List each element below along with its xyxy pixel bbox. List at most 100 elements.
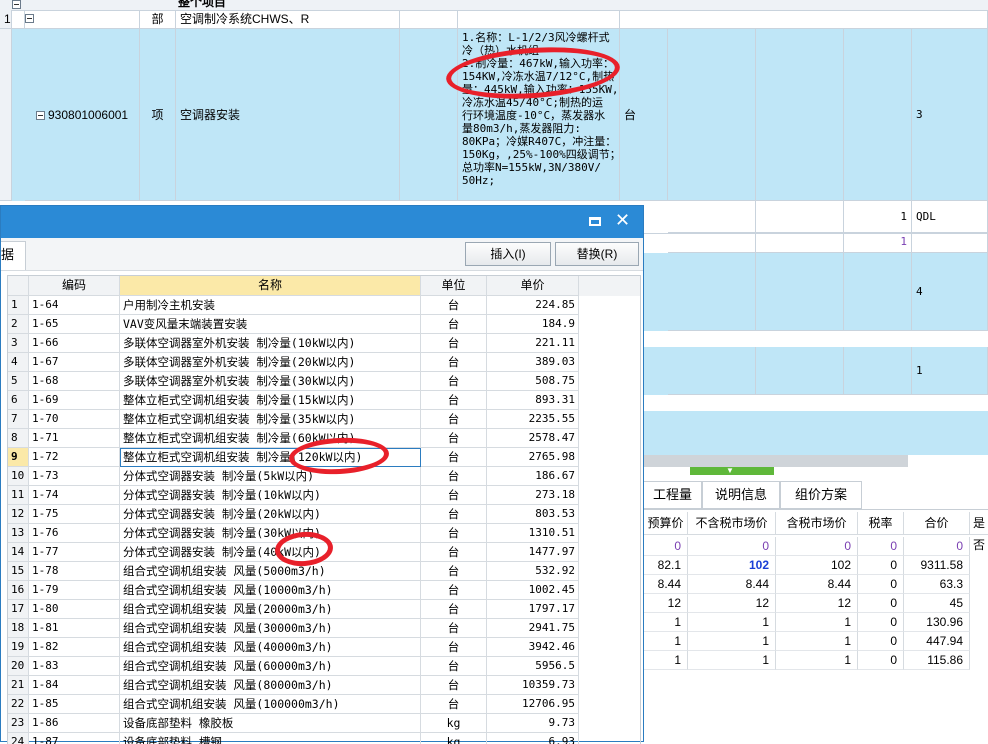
insert-button[interactable]: 插入(I) [465, 242, 551, 266]
detail-cell[interactable]: 0 [858, 651, 904, 670]
tab-data[interactable]: 据 [1, 241, 26, 270]
col-header: 预算价 [644, 512, 688, 534]
row-number: 11 [8, 486, 29, 505]
table-row[interactable] [644, 411, 988, 455]
quota-row[interactable]: 22 1-85 组合式空调机组安装 风量(100000m3/h) 台 12706.95 [8, 695, 640, 714]
code-cell: 1-82 [29, 638, 120, 657]
qty-cell: 3 [912, 29, 988, 201]
col-price[interactable]: 单价 [487, 276, 579, 296]
code-cell: 1-73 [29, 467, 120, 486]
detail-cell[interactable]: 1 [688, 613, 776, 632]
quota-row[interactable]: 21 1-84 组合式空调机组安装 风量(80000m3/h) 台 10359.73 [8, 676, 640, 695]
unit-cell: 台 [421, 448, 487, 467]
description-line: 量80m3/h,蒸发器阻力: [462, 122, 581, 135]
quota-row[interactable]: 20 1-83 组合式空调机组安装 风量(60000m3/h) 台 5956.5 [8, 657, 640, 676]
col-code[interactable]: 编码 [29, 276, 120, 296]
code-cell: 1-75 [29, 505, 120, 524]
table-row[interactable]: 4 [644, 253, 988, 331]
unit-cell: 台 [421, 353, 487, 372]
quota-row[interactable]: 6 1-69 整体立柜式空调机组安装 制冷量(15kW以内) 台 893.31 [8, 391, 640, 410]
price-cell: 224.85 [487, 296, 579, 315]
detail-cell[interactable]: 8.44 [688, 575, 776, 594]
detail-cell[interactable]: 0 [688, 537, 776, 556]
replace-button[interactable]: 替换(R) [555, 242, 639, 266]
quota-row[interactable]: 12 1-75 分体式空调器安装 制冷量(20kW以内) 台 803.53 [8, 505, 640, 524]
description-line: 总功率N=155kW,3N/380V/ [462, 161, 601, 174]
detail-cell[interactable]: 130.96 [904, 613, 970, 632]
detail-cell[interactable]: 1 [688, 632, 776, 651]
detail-cell[interactable]: 115.86 [904, 651, 970, 670]
quota-row[interactable]: 17 1-80 组合式空调机组安装 风量(20000m3/h) 台 1797.17 [8, 600, 640, 619]
detail-cell[interactable]: 12 [776, 594, 858, 613]
detail-cell[interactable]: 0 [858, 575, 904, 594]
unit-cell: 台 [421, 505, 487, 524]
detail-cell[interactable]: 102 [688, 556, 776, 575]
detail-cell[interactable]: 0 [776, 537, 858, 556]
detail-cell[interactable]: 12 [644, 594, 688, 613]
quota-row[interactable]: 11 1-74 分体式空调器安装 制冷量(10kW以内) 台 273.18 [8, 486, 640, 505]
table-row[interactable]: 1 [644, 347, 988, 395]
detail-cell[interactable]: 0 [858, 613, 904, 632]
unit-cell: 台 [421, 315, 487, 334]
quota-row[interactable]: 23 1-86 设备底部垫料 橡胶板 kg 9.73 [8, 714, 640, 733]
blank-cell [844, 29, 912, 201]
horizontal-scrollbar[interactable] [644, 455, 908, 467]
maximize-icon[interactable] [589, 217, 601, 226]
detail-cell[interactable]: 1 [776, 632, 858, 651]
detail-cell[interactable]: 82.1 [644, 556, 688, 575]
dialog-titlebar[interactable]: ✕ [1, 206, 643, 238]
table-row[interactable]: 1 [644, 233, 988, 253]
quota-row[interactable]: 1 1-64 户用制冷主机安装台 224.85 [8, 296, 640, 315]
blank-cell [756, 29, 844, 201]
detail-cell[interactable]: 0 [858, 594, 904, 613]
detail-cell[interactable]: 1 [644, 651, 688, 670]
detail-cell[interactable]: 0 [858, 632, 904, 651]
quota-row[interactable]: 18 1-81 组合式空调机组安装 风量(30000m3/h) 台 2941.75 [8, 619, 640, 638]
detail-cell[interactable]: 1 [644, 632, 688, 651]
detail-cell[interactable]: 0 [904, 537, 970, 556]
divider [644, 509, 988, 510]
detail-cell[interactable]: 63.3 [904, 575, 970, 594]
col-unit[interactable]: 单位 [421, 276, 487, 296]
detail-cell[interactable]: 1 [688, 651, 776, 670]
detail-cell[interactable]: 8.44 [644, 575, 688, 594]
table-row[interactable]: 1 QDL [644, 201, 988, 234]
detail-cell[interactable]: 0 [858, 556, 904, 575]
col-name[interactable]: 名称 [120, 276, 421, 296]
quota-row[interactable]: 16 1-79 组合式空调机组安装 风量(10000m3/h) 台 1002.45 [8, 581, 640, 600]
quota-row[interactable]: 5 1-68 多联体空调器室外机安装 制冷量(30kW以内) 台 508.75 [8, 372, 640, 391]
row-number: 7 [8, 410, 29, 429]
tab-description[interactable]: 说明信息 [702, 481, 780, 509]
detail-cell[interactable]: 12 [688, 594, 776, 613]
tab-quantity[interactable]: 工程量 [644, 481, 702, 509]
desc-cell [458, 10, 620, 29]
detail-cell[interactable]: 1 [776, 613, 858, 632]
tab-pricing[interactable]: 组价方案 [780, 481, 862, 509]
detail-cell[interactable]: 102 [776, 556, 858, 575]
detail-cell[interactable]: 0 [858, 537, 904, 556]
quota-row[interactable]: 2 1-65 VAV变风量末端装置安装台 184.9 [8, 315, 640, 334]
close-icon[interactable]: ✕ [615, 210, 630, 231]
name-cell: 组合式空调机组安装 风量(60000m3/h) [120, 657, 421, 676]
quota-row[interactable]: 15 1-78 组合式空调机组安装 风量(5000m3/h) 台 532.92 [8, 562, 640, 581]
unit-cell: 台 [421, 429, 487, 448]
chevron-down-icon: ▼ [726, 466, 734, 475]
code-cell: 1-77 [29, 543, 120, 562]
quota-row[interactable]: 4 1-67 多联体空调器室外机安装 制冷量(20kW以内) 台 389.03 [8, 353, 640, 372]
detail-cell[interactable]: 45 [904, 594, 970, 613]
detail-cell[interactable]: 9311.58 [904, 556, 970, 575]
detail-cell[interactable]: 8.44 [776, 575, 858, 594]
description-line: 行环境温度-10°C，蒸发器水 [462, 109, 606, 122]
quota-row[interactable]: 3 1-66 多联体空调器室外机安装 制冷量(10kW以内) 台 221.11 [8, 334, 640, 353]
quota-row[interactable]: 7 1-70 整体立柜式空调机组安装 制冷量(35kW以内) 台 2235.55 [8, 410, 640, 429]
detail-cell[interactable]: 1 [644, 613, 688, 632]
quota-row[interactable]: 19 1-82 组合式空调机组安装 风量(40000m3/h) 台 3942.46 [8, 638, 640, 657]
collapse-icon[interactable] [12, 0, 21, 9]
row-number: 5 [8, 372, 29, 391]
detail-cell[interactable]: 447.94 [904, 632, 970, 651]
quota-row[interactable]: 24 1-87 设备底部垫料 槽钢 kg 6.93 [8, 733, 640, 744]
rest-cell [620, 10, 988, 29]
detail-cell[interactable]: 0 [644, 537, 688, 556]
unit-cell: 台 [620, 29, 668, 201]
detail-cell[interactable]: 1 [776, 651, 858, 670]
